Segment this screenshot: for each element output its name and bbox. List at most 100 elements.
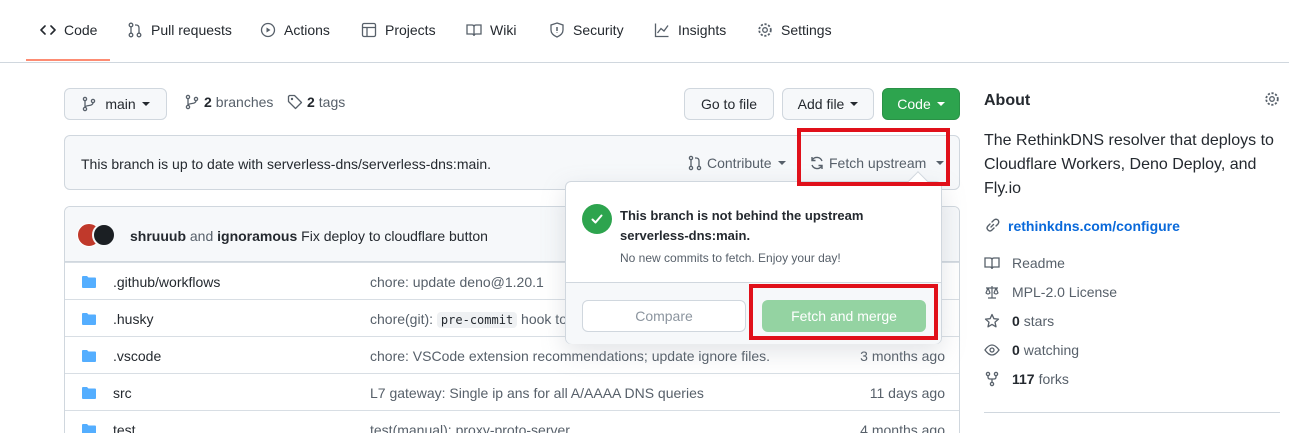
tags-label: tags xyxy=(318,94,346,110)
branches-label: branches xyxy=(215,94,274,110)
go-to-file-label: Go to file xyxy=(700,96,758,112)
watching-link[interactable]: 0 watching xyxy=(984,342,1079,358)
commit-message-prefix: chore(git): xyxy=(370,311,437,327)
active-tab-underline xyxy=(26,59,110,61)
go-to-file-button[interactable]: Go to file xyxy=(684,88,774,120)
forks-count: 117 xyxy=(1012,371,1035,387)
pull-request-icon xyxy=(687,155,703,171)
forks-link[interactable]: 117 forks xyxy=(984,371,1069,387)
file-commit-message-link[interactable]: chore: update deno@1.20.1 xyxy=(370,274,544,290)
tab-security[interactable]: Security xyxy=(549,22,624,56)
popover-subtitle: No new commits to fetch. Enjoy your day! xyxy=(620,251,841,265)
file-age: 4 months ago xyxy=(860,422,945,433)
compare-button[interactable]: Compare xyxy=(582,300,746,332)
folder-icon xyxy=(81,422,97,433)
latest-commit-summary: shruuub and ignoramous Fix deploy to clo… xyxy=(130,228,488,244)
forks-label: forks xyxy=(1038,371,1069,387)
folder-icon xyxy=(81,348,97,364)
folder-icon xyxy=(81,274,97,290)
commit-message-link[interactable]: Fix deploy to cloudflare button xyxy=(301,228,488,244)
tab-label: Projects xyxy=(385,22,436,38)
check-circle-icon xyxy=(582,204,612,234)
file-commit-message-link[interactable]: test(manual): proxy-proto-server xyxy=(370,422,570,433)
file-age: 3 months ago xyxy=(860,348,945,364)
branches-link[interactable]: 2 branches xyxy=(184,94,273,110)
tab-label: Code xyxy=(64,22,98,38)
star-icon xyxy=(984,313,1000,329)
file-name-link[interactable]: .vscode xyxy=(113,348,161,364)
file-name-link[interactable]: .github/workflows xyxy=(113,274,220,290)
branch-status-message: This branch is up to date with serverles… xyxy=(81,156,492,172)
file-commit-message-link[interactable]: chore(git): pre-commit hook to xyxy=(370,311,567,328)
tab-label: Actions xyxy=(284,22,330,38)
branch-selector-button[interactable]: main xyxy=(64,88,167,120)
tags-count: 2 xyxy=(307,94,315,110)
tab-label: Insights xyxy=(678,22,727,38)
pull-request-icon xyxy=(127,22,143,38)
repo-nav: Code Pull requests Actions Projects Wiki… xyxy=(0,0,1289,63)
link-icon xyxy=(984,218,1000,234)
sidebar-divider xyxy=(984,412,1280,413)
highlight-fetch-and-merge xyxy=(749,284,938,340)
tab-settings[interactable]: Settings xyxy=(757,22,832,56)
add-file-label: Add file xyxy=(797,96,845,112)
tab-projects[interactable]: Projects xyxy=(361,22,436,56)
file-name-link[interactable]: .husky xyxy=(113,311,153,327)
chevron-down-icon xyxy=(850,102,859,106)
license-link[interactable]: MPL-2.0 License xyxy=(984,284,1117,300)
shield-icon xyxy=(549,22,565,38)
book-icon xyxy=(984,255,1000,271)
chevron-down-icon xyxy=(936,102,945,106)
popover-title: This branch is not behind the upstream s… xyxy=(620,208,864,243)
tab-label: Security xyxy=(573,22,624,38)
watching-label: watching xyxy=(1023,342,1080,358)
readme-link[interactable]: Readme xyxy=(984,255,1065,271)
play-icon xyxy=(260,22,276,38)
tab-insights[interactable]: Insights xyxy=(654,22,726,56)
tab-label: Wiki xyxy=(490,22,517,38)
contribute-label: Contribute xyxy=(707,155,772,171)
gear-icon xyxy=(757,22,773,38)
table-icon xyxy=(361,22,377,38)
branch-icon xyxy=(184,94,200,110)
highlight-fetch-upstream xyxy=(797,128,950,186)
stars-link[interactable]: 0 stars xyxy=(984,313,1054,329)
graph-icon xyxy=(654,22,670,38)
file-name-link[interactable]: test xyxy=(113,422,136,433)
tags-link[interactable]: 2 tags xyxy=(287,94,345,110)
commit-author-link[interactable]: shruuub xyxy=(130,228,186,244)
folder-icon xyxy=(81,311,97,327)
tab-pull-requests[interactable]: Pull requests xyxy=(127,22,232,56)
compare-label: Compare xyxy=(635,308,693,324)
stars-count: 0 xyxy=(1012,313,1020,329)
chevron-down-icon xyxy=(141,102,150,106)
readme-label: Readme xyxy=(1012,255,1065,271)
file-commit-message-link[interactable]: L7 gateway: Single ip ans for all A/AAAA… xyxy=(370,385,704,401)
table-row: src L7 gateway: Single ip ans for all A/… xyxy=(65,373,959,410)
fork-icon xyxy=(984,371,1000,387)
commit-author-link[interactable]: ignoramous xyxy=(217,228,297,244)
folder-icon xyxy=(81,385,97,401)
contribute-button[interactable]: Contribute xyxy=(687,155,786,171)
branch-name: main xyxy=(105,96,136,112)
book-icon xyxy=(466,22,482,38)
code-dropdown-button[interactable]: Code xyxy=(882,88,960,120)
watching-count: 0 xyxy=(1012,342,1020,358)
file-commit-message-link[interactable]: chore: VSCode extension recommendations;… xyxy=(370,348,770,364)
add-file-button[interactable]: Add file xyxy=(782,88,874,120)
tab-code[interactable]: Code xyxy=(40,22,97,56)
file-name-link[interactable]: src xyxy=(113,385,132,401)
tab-wiki[interactable]: Wiki xyxy=(466,22,516,56)
code-button-label: Code xyxy=(897,96,931,112)
gear-icon[interactable] xyxy=(1264,91,1280,107)
law-icon xyxy=(984,284,1000,300)
tab-label: Settings xyxy=(781,22,832,38)
chevron-down-icon xyxy=(777,161,786,165)
homepage-link-text: rethinkdns.com/configure xyxy=(1008,218,1180,234)
stars-label: stars xyxy=(1023,313,1055,329)
tab-actions[interactable]: Actions xyxy=(260,22,330,56)
avatar[interactable] xyxy=(92,223,116,247)
commit-message-code: pre-commit xyxy=(436,312,518,328)
table-row: test test(manual): proxy-proto-server 4 … xyxy=(65,410,959,433)
homepage-link[interactable]: rethinkdns.com/configure xyxy=(984,218,1180,234)
